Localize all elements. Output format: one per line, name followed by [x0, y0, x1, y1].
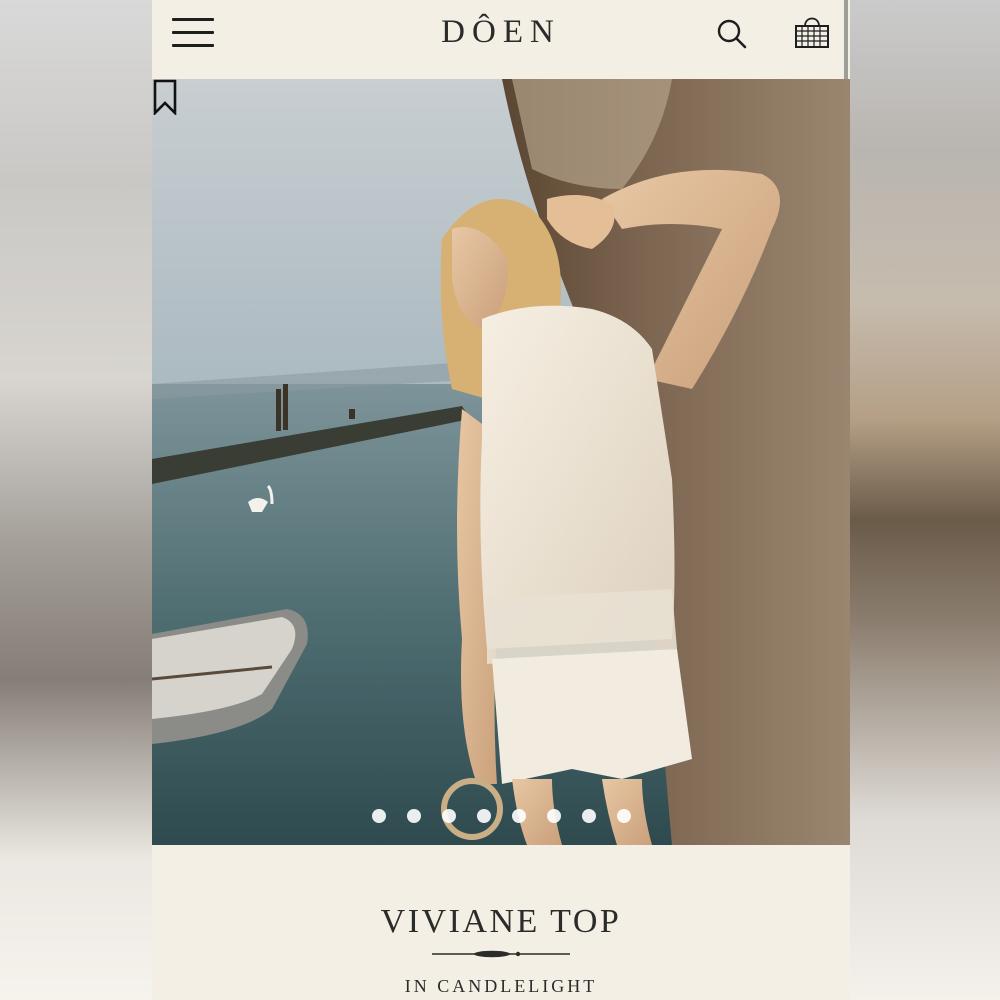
product-info: VIVIANE TOP IN CANDLELIGHT — [152, 845, 850, 1000]
search-icon[interactable] — [716, 18, 748, 50]
carousel-dot[interactable] — [511, 809, 526, 823]
product-photo — [152, 79, 850, 845]
carousel-dot[interactable] — [546, 809, 561, 823]
ornamental-divider — [432, 950, 570, 958]
product-title: VIVIANE TOP — [380, 903, 622, 940]
product-color: IN CANDLELIGHT — [404, 976, 598, 996]
carousel-pagination — [152, 809, 850, 823]
carousel-dot[interactable] — [581, 809, 596, 823]
top-header: DÔEN — [152, 0, 850, 78]
carousel-dot[interactable] — [476, 809, 491, 823]
left-blurred-backdrop — [0, 0, 152, 1000]
right-blurred-backdrop — [850, 0, 1000, 1000]
bookmark-icon[interactable] — [152, 79, 178, 115]
carousel-dot[interactable] — [441, 809, 456, 823]
mobile-screen: DÔEN VIVIANE TOP IN CANDLELIGHT — [152, 0, 850, 1000]
carousel-dot[interactable] — [406, 809, 421, 823]
basket-icon[interactable] — [793, 12, 831, 50]
carousel-dot[interactable] — [371, 809, 386, 823]
product-image-carousel[interactable] — [152, 79, 850, 845]
carousel-dot[interactable] — [616, 809, 631, 823]
